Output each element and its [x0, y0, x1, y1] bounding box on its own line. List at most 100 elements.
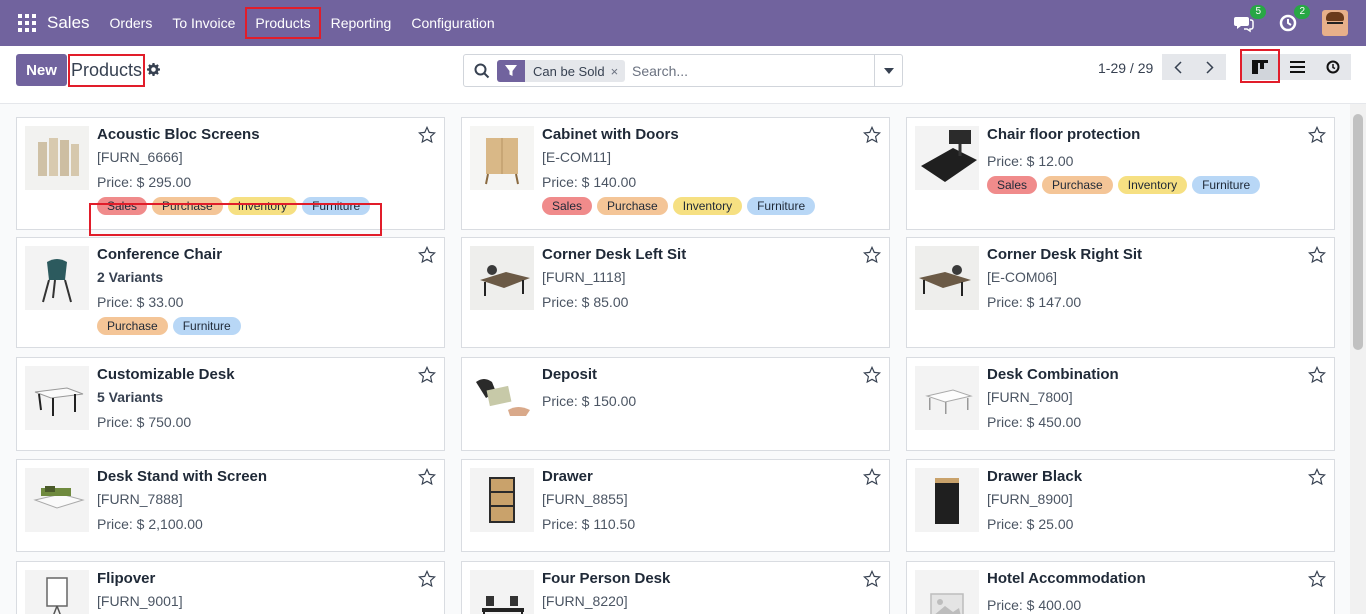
star-icon[interactable] [418, 126, 436, 144]
product-image [915, 126, 979, 190]
product-card[interactable]: Desk Stand with Screen [FURN_7888] Price… [16, 459, 445, 552]
product-image [470, 366, 534, 430]
tag: Purchase [597, 197, 668, 215]
product-variants: 2 Variants [97, 269, 164, 285]
scrollbar-thumb[interactable] [1353, 114, 1363, 350]
app-brand[interactable]: Sales [47, 13, 90, 33]
product-price: Price: $ 85.00 [542, 294, 629, 310]
product-card[interactable]: Drawer Black [FURN_8900] Price: $ 25.00 [906, 459, 1335, 552]
apps-menu-icon[interactable] [18, 14, 36, 32]
product-name: Acoustic Bloc Screens [97, 126, 260, 143]
star-icon[interactable] [418, 366, 436, 384]
product-card[interactable]: Four Person Desk [FURN_8220] [461, 561, 890, 614]
product-card[interactable]: Customizable Desk 5 Variants Price: $ 75… [16, 357, 445, 451]
messages-icon[interactable]: 5 [1234, 5, 1266, 33]
product-reference: [E-COM11] [542, 149, 611, 165]
star-icon[interactable] [863, 126, 881, 144]
product-reference: [FURN_8855] [542, 491, 628, 507]
facet-remove-icon[interactable]: × [611, 64, 626, 79]
tag: Inventory [672, 197, 743, 215]
product-name: Corner Desk Left Sit [542, 246, 687, 263]
product-price: Price: $ 150.00 [542, 393, 637, 409]
gear-icon[interactable] [147, 63, 160, 76]
star-icon[interactable] [1308, 126, 1326, 144]
tag: Sales [987, 176, 1038, 194]
menu-configuration[interactable]: Configuration [401, 0, 504, 46]
product-card[interactable]: Acoustic Bloc Screens [FURN_6666] Price:… [16, 117, 445, 236]
pager-previous-button[interactable] [1162, 54, 1194, 80]
product-name: Corner Desk Right Sit [987, 246, 1143, 263]
menu-products[interactable]: Products [245, 0, 321, 46]
product-card[interactable]: Desk Combination [FURN_7800] Price: $ 45… [906, 357, 1335, 451]
product-image [25, 570, 89, 614]
search-icon[interactable] [474, 63, 490, 82]
star-icon[interactable] [1308, 468, 1326, 486]
star-icon[interactable] [418, 570, 436, 588]
star-icon[interactable] [418, 468, 436, 486]
product-card[interactable]: Corner Desk Right Sit [E-COM06] Price: $… [906, 237, 1335, 348]
clock-icon [1326, 60, 1340, 74]
product-name: Four Person Desk [542, 570, 671, 587]
vertical-scrollbar[interactable] [1350, 104, 1366, 614]
product-card[interactable]: Hotel Accommodation Price: $ 400.00 [906, 561, 1335, 614]
menu-orders[interactable]: Orders [100, 0, 163, 46]
product-price: Price: $ 33.00 [97, 294, 184, 310]
product-price: Price: $ 400.00 [987, 597, 1082, 613]
pager-value[interactable]: 1-29 / 29 [1098, 60, 1153, 76]
product-card[interactable]: Corner Desk Left Sit [FURN_1118] Price: … [461, 237, 890, 348]
product-name: Desk Combination [987, 366, 1119, 383]
product-card[interactable]: Cabinet with Doors [E-COM11] Price: $ 14… [461, 117, 890, 230]
search-box: Can be Sold × [463, 54, 903, 87]
product-image [915, 366, 979, 430]
user-avatar[interactable] [1322, 10, 1348, 36]
product-image [470, 126, 534, 190]
product-price: Price: $ 2,100.00 [97, 516, 203, 532]
product-name: Desk Stand with Screen [97, 468, 268, 485]
product-card[interactable]: Deposit Price: $ 150.00 [461, 357, 890, 451]
product-name: Cabinet with Doors [542, 126, 679, 143]
product-card[interactable]: Flipover [FURN_9001] [16, 561, 445, 614]
list-view-button[interactable] [1279, 54, 1315, 80]
star-icon[interactable] [863, 468, 881, 486]
view-switcher-highlight [1240, 49, 1280, 83]
star-icon[interactable] [1308, 570, 1326, 588]
search-options-caret-icon[interactable] [874, 55, 902, 86]
product-price: Price: $ 750.00 [97, 414, 192, 430]
star-icon[interactable] [863, 246, 881, 264]
star-icon[interactable] [418, 246, 436, 264]
product-tags: Sales Purchase Inventory Furniture [987, 176, 1261, 194]
star-icon[interactable] [863, 366, 881, 384]
star-icon[interactable] [863, 570, 881, 588]
main-menu: Orders To Invoice Products Reporting Con… [100, 0, 505, 46]
product-card[interactable]: Conference Chair 2 Variants Price: $ 33.… [16, 237, 445, 348]
control-panel: New Products Can be Sold × 1-29 / 29 [0, 46, 1366, 104]
kanban-view: Acoustic Bloc Screens [FURN_6666] Price:… [0, 104, 1350, 614]
tag: Furniture [747, 197, 816, 215]
product-name: Deposit [542, 366, 598, 383]
search-input[interactable] [632, 55, 872, 86]
product-image [25, 468, 89, 532]
activity-view-button[interactable] [1315, 54, 1351, 80]
product-price: Price: $ 25.00 [987, 516, 1074, 532]
top-navbar: Sales Orders To Invoice Products Reporti… [0, 0, 1366, 46]
product-card[interactable]: Drawer [FURN_8855] Price: $ 110.50 [461, 459, 890, 552]
product-image [470, 246, 534, 310]
menu-reporting[interactable]: Reporting [321, 0, 402, 46]
tag: Furniture [172, 317, 241, 335]
product-price: Price: $ 450.00 [987, 414, 1082, 430]
star-icon[interactable] [1308, 366, 1326, 384]
product-tags: Sales Purchase Inventory Furniture [542, 197, 816, 215]
product-name: Chair floor protection [987, 126, 1141, 143]
product-card[interactable]: Chair floor protection Price: $ 12.00 Sa… [906, 117, 1335, 230]
product-price: Price: $ 110.50 [542, 516, 636, 532]
star-icon[interactable] [1308, 246, 1326, 264]
menu-to-invoice[interactable]: To Invoice [162, 0, 245, 46]
new-button[interactable]: New [16, 54, 67, 86]
activities-icon[interactable]: 2 [1278, 5, 1310, 33]
pager-next-button[interactable] [1194, 54, 1226, 80]
facet-label: Can be Sold [533, 63, 605, 79]
messages-count-badge: 5 [1250, 5, 1266, 19]
systray: 5 2 [1234, 0, 1366, 46]
product-price: Price: $ 12.00 [987, 153, 1074, 169]
tag: Inventory [1117, 176, 1188, 194]
